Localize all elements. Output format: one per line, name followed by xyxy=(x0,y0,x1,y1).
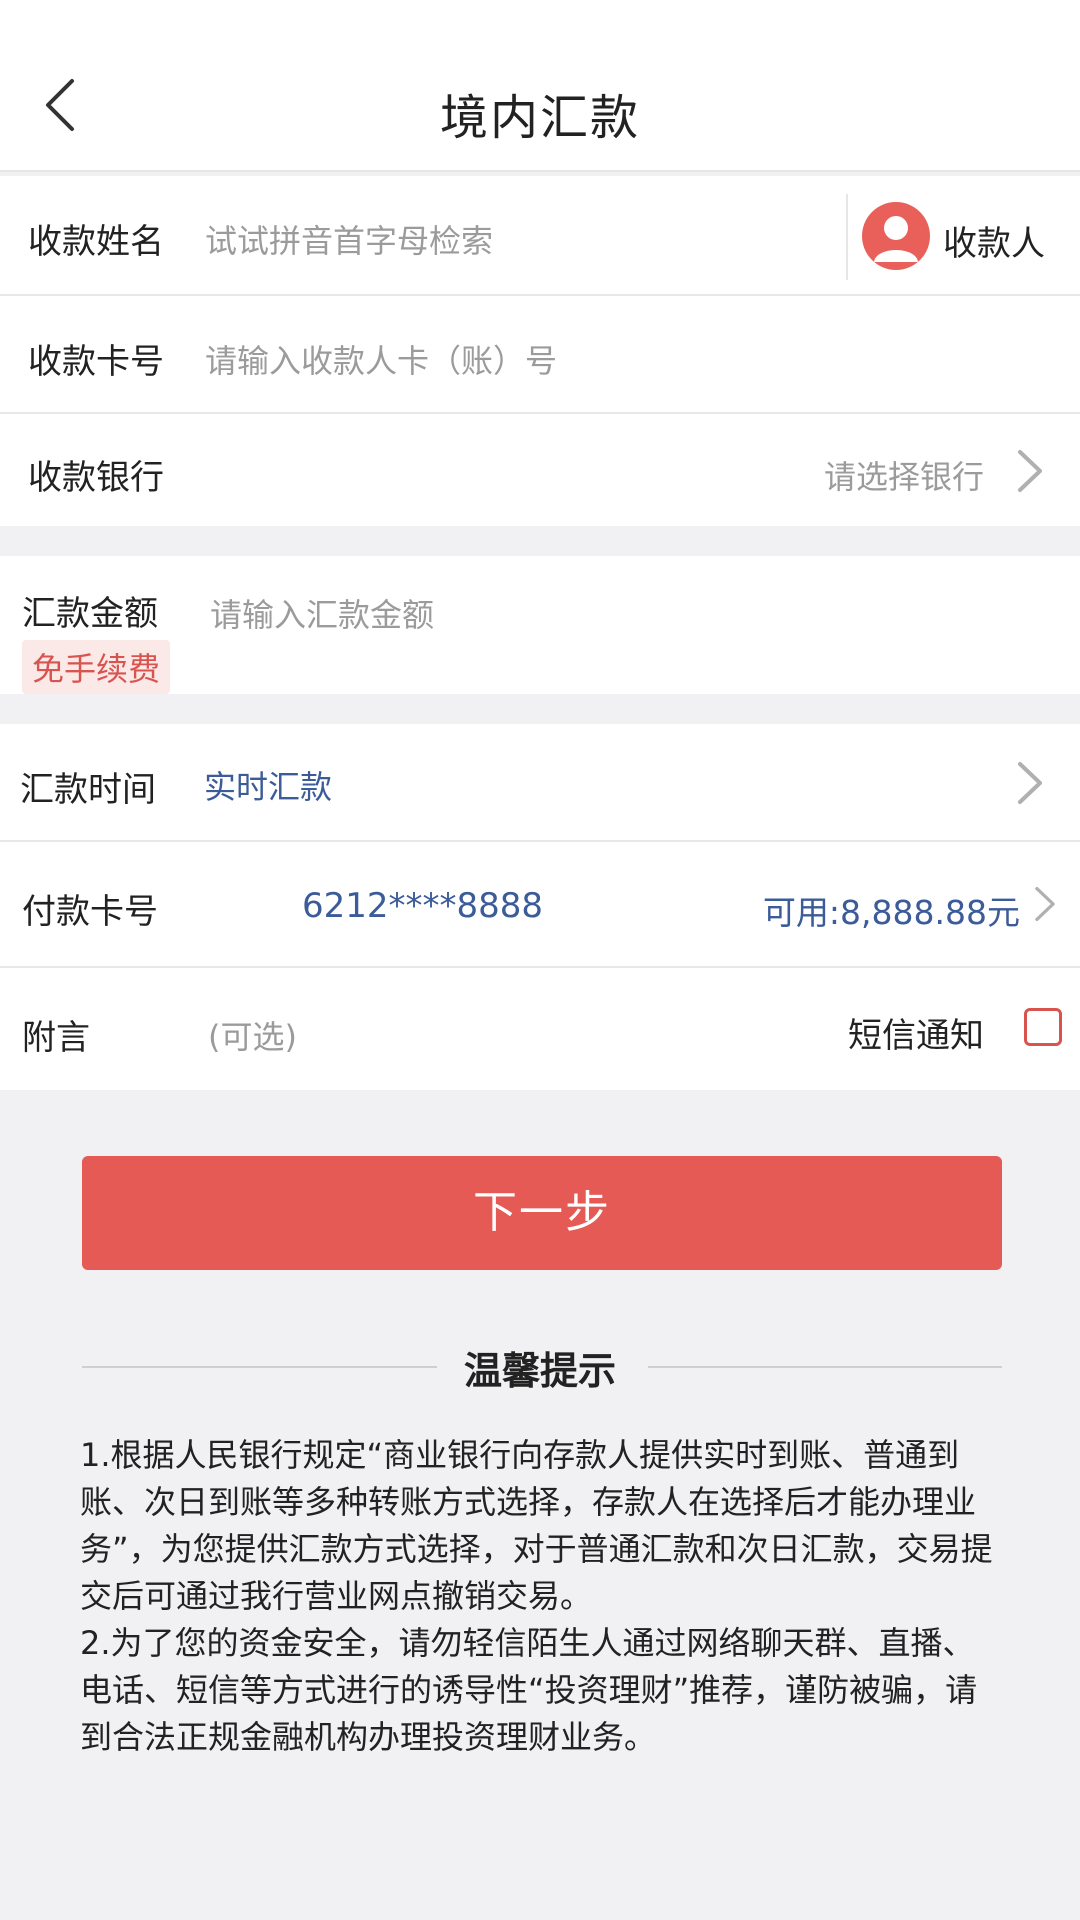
transfer-page: 境内汇款 收款姓名 试试拼音首字母检索 收款人 收款卡号 请输入收款人卡（账）号… xyxy=(0,0,1080,1920)
card-number-input[interactable]: 请输入收款人卡（账）号 xyxy=(205,336,557,382)
pay-card-label: 付款卡号 xyxy=(22,892,158,932)
payee-name-label: 收款姓名 xyxy=(28,222,164,262)
amount-input[interactable]: 请输入汇款金额 xyxy=(210,590,434,636)
tips-divider-right xyxy=(648,1366,1002,1368)
page-title: 境内汇款 xyxy=(439,90,640,146)
payee-list-button[interactable]: 收款人 xyxy=(943,216,1045,265)
top-bar: 境内汇款 xyxy=(0,0,1080,172)
chevron-right-icon xyxy=(1018,762,1042,804)
memo-label: 附言 xyxy=(22,1018,90,1058)
row-divider xyxy=(846,194,848,280)
memo-input[interactable]: (可选) xyxy=(208,1012,297,1058)
payee-name-input[interactable]: 试试拼音首字母检索 xyxy=(205,216,493,262)
tip-item: 2.为了您的资金安全，请勿轻信陌生人通过网络聊天群、直播、电话、短信等方式进行的… xyxy=(80,1624,978,1756)
amount-row: 汇款金额 免手续费 请输入汇款金额 xyxy=(0,556,1080,694)
chevron-right-icon xyxy=(1018,450,1042,492)
card-number-row: 收款卡号 请输入收款人卡（账）号 xyxy=(0,296,1080,414)
sms-notify-checkbox[interactable] xyxy=(1024,1008,1062,1046)
transfer-time-label: 汇款时间 xyxy=(20,770,156,810)
chevron-right-icon xyxy=(1035,886,1055,922)
amount-label: 汇款金额 xyxy=(22,594,158,634)
bank-label: 收款银行 xyxy=(28,458,164,498)
payee-avatar-icon[interactable] xyxy=(862,202,930,270)
transfer-time-value[interactable]: 实时汇款 xyxy=(204,762,332,808)
sms-notify-label: 短信通知 xyxy=(848,1016,984,1056)
bank-select-value[interactable]: 请选择银行 xyxy=(824,452,984,498)
tips-content: 1.根据人民银行规定“商业银行向存款人提供实时到账、普通到账、次日到账等多种转账… xyxy=(80,1432,1005,1761)
transfer-time-row[interactable]: 汇款时间 实时汇款 xyxy=(0,724,1080,842)
pay-card-row[interactable]: 付款卡号 6212****8888 可用:8,888.88元 xyxy=(0,842,1080,968)
memo-row: 附言 (可选) 短信通知 xyxy=(0,968,1080,1090)
card-number-label: 收款卡号 xyxy=(28,342,164,382)
next-step-button[interactable]: 下一步 xyxy=(82,1156,1002,1270)
bank-select-row[interactable]: 收款银行 请选择银行 xyxy=(0,414,1080,526)
fee-free-badge: 免手续费 xyxy=(22,640,171,694)
tip-item: 1.根据人民银行规定“商业银行向存款人提供实时到账、普通到账、次日到账等多种转账… xyxy=(80,1436,993,1615)
pay-card-number: 6212****8888 xyxy=(302,886,544,926)
payee-name-row: 收款姓名 试试拼音首字母检索 收款人 xyxy=(0,176,1080,296)
available-balance: 可用:8,888.88元 xyxy=(762,893,1020,932)
